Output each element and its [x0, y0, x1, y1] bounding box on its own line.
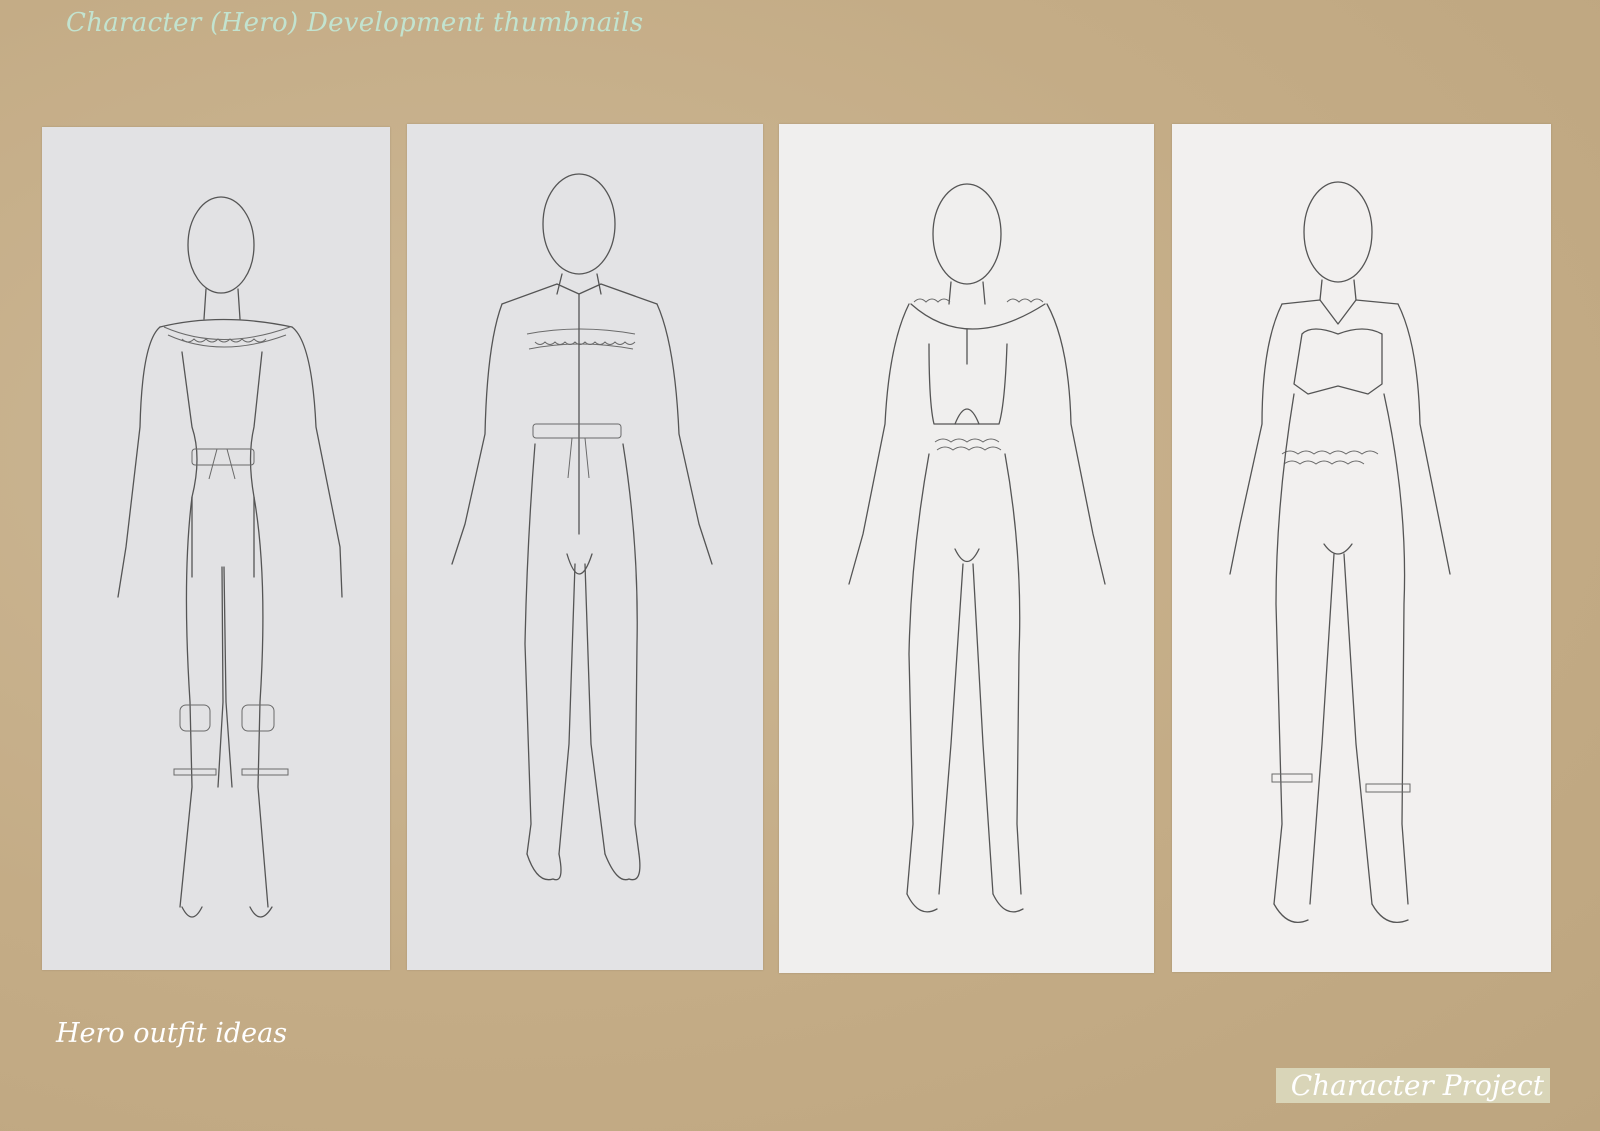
- thumbnail-panel-1[interactable]: [42, 127, 390, 970]
- thumbnail-panel-4[interactable]: [1172, 124, 1551, 972]
- figure-sketch-4: [1229, 181, 1451, 924]
- caption-hero-outfit-ideas: Hero outfit ideas: [56, 1018, 288, 1049]
- thumbnail-panel-3[interactable]: [779, 124, 1154, 973]
- figure-sketch-3: [848, 183, 1106, 913]
- thumbnail-panel-2[interactable]: [407, 124, 763, 970]
- figure-sketch-1: [117, 196, 343, 918]
- page-title: Character (Hero) Development thumbnails: [66, 8, 644, 38]
- project-label: Character Project: [1276, 1068, 1550, 1103]
- figure-sketch-2: [451, 173, 713, 881]
